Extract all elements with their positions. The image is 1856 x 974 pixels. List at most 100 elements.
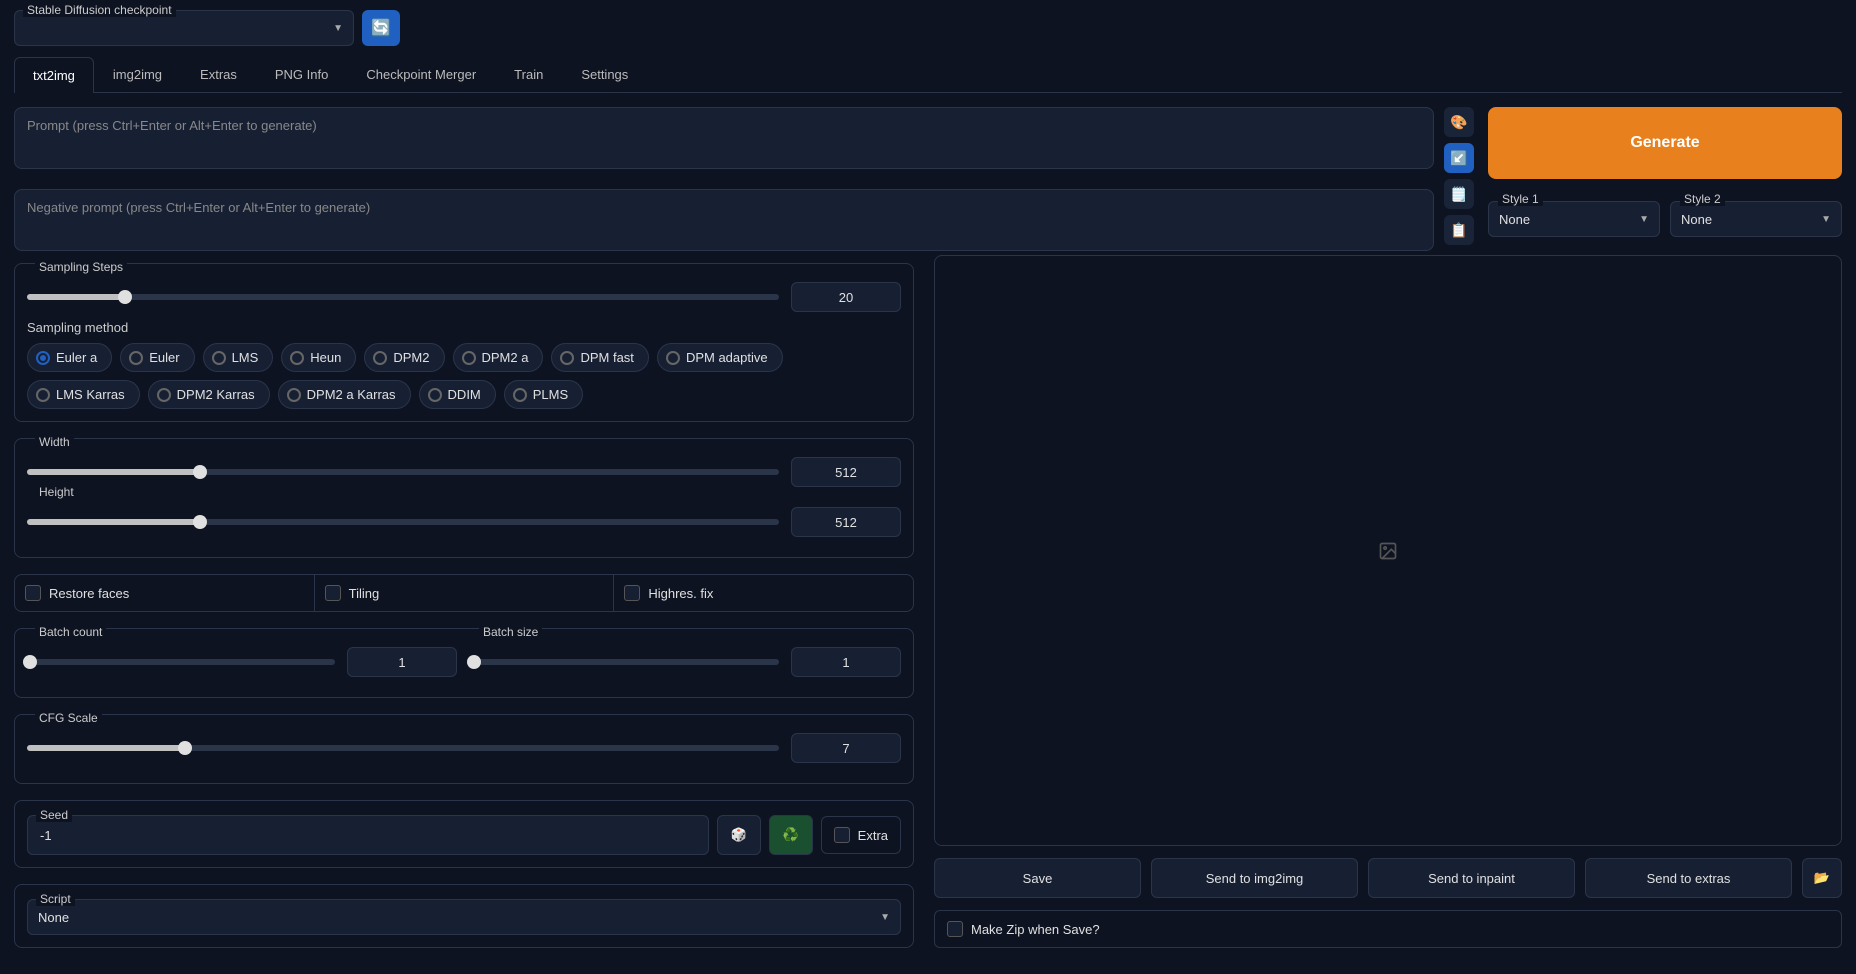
tab-img2img[interactable]: img2img (94, 56, 181, 92)
params-column: Sampling Steps 20 Sampling method Euler … (14, 255, 914, 948)
radio-icon (157, 388, 171, 402)
send-extras-button[interactable]: Send to extras (1585, 858, 1792, 898)
width-input[interactable]: 512 (791, 457, 901, 487)
reload-checkpoint-button[interactable]: 🔄 (362, 10, 400, 46)
clipboard-icon: 📋 (1450, 222, 1467, 239)
style2-label: Style 2 (1680, 192, 1725, 206)
checkpoint-label: Stable Diffusion checkpoint (23, 3, 176, 17)
save-button[interactable]: Save (934, 858, 1141, 898)
sampling-steps-input[interactable]: 20 (791, 282, 901, 312)
prompt-placeholder: Prompt (press Ctrl+Enter or Alt+Enter to… (27, 118, 317, 133)
output-column: Save Send to img2img Send to inpaint Sen… (934, 255, 1842, 948)
radio-icon (428, 388, 442, 402)
prompt-side-buttons: 🎨 ↙️ 🗒️ 📋 (1444, 107, 1474, 245)
tab-png-info[interactable]: PNG Info (256, 56, 347, 92)
reuse-seed-button[interactable]: ♻️ (769, 815, 813, 855)
script-select[interactable]: Script None ▼ (27, 899, 901, 935)
script-group: Script None ▼ (14, 884, 914, 948)
generate-column: Generate Style 1 None ▼ Style 2 None ▼ (1488, 107, 1842, 251)
seed-input[interactable]: Seed -1 (27, 815, 709, 855)
tab-settings[interactable]: Settings (562, 56, 647, 92)
checkbox-row: Restore faces Tiling Highres. fix (15, 575, 913, 611)
cfg-row: CFG Scale 7 (27, 733, 901, 763)
height-row: Height 512 (27, 507, 901, 537)
negative-prompt-input[interactable]: Negative prompt (press Ctrl+Enter or Alt… (14, 189, 1434, 251)
extra-checkbox[interactable]: Extra (821, 816, 901, 854)
style2-select[interactable]: None ▼ (1670, 201, 1842, 237)
checkpoint-select[interactable]: Stable Diffusion checkpoint ▼ (14, 10, 354, 46)
cfg-group: CFG Scale 7 (14, 714, 914, 784)
sampler-dpm2-a-karras[interactable]: DPM2 a Karras (278, 380, 411, 409)
recycle-icon: ♻️ (783, 827, 799, 843)
radio-icon (36, 351, 50, 365)
sampler-dpm2[interactable]: DPM2 (364, 343, 444, 372)
arrow-icon: ↙️ (1450, 150, 1467, 167)
dice-icon: 🎲 (731, 827, 747, 843)
sampler-lms-karras[interactable]: LMS Karras (27, 380, 140, 409)
height-input[interactable]: 512 (791, 507, 901, 537)
cfg-slider[interactable] (27, 745, 779, 751)
sampler-dpm2-a[interactable]: DPM2 a (453, 343, 544, 372)
seed-group: Seed -1 🎲 ♻️ Extra (14, 800, 914, 868)
image-icon (1378, 541, 1398, 561)
clipboard-button[interactable]: 📋 (1444, 215, 1474, 245)
random-seed-button[interactable]: 🎲 (717, 815, 761, 855)
width-slider[interactable] (27, 469, 779, 475)
batch-size-input[interactable]: 1 (791, 647, 901, 677)
prompt-row: Prompt (press Ctrl+Enter or Alt+Enter to… (14, 107, 1474, 251)
dimensions-group: Width 512 Height 512 (14, 438, 914, 558)
sampling-steps-slider[interactable] (27, 294, 779, 300)
chevron-down-icon: ▼ (1639, 214, 1649, 225)
tab-txt2img[interactable]: txt2img (14, 57, 94, 93)
sampler-lms[interactable]: LMS (203, 343, 274, 372)
styles-button[interactable]: 🎨 (1444, 107, 1474, 137)
radio-icon (287, 388, 301, 402)
style-row: Style 1 None ▼ Style 2 None ▼ (1488, 191, 1842, 237)
tab-train[interactable]: Train (495, 56, 562, 92)
tab-checkpoint-merger[interactable]: Checkpoint Merger (347, 56, 495, 92)
sampling-method-group: Euler a Euler LMSHeun DPM2 DPM2 aDPM fast DPM… (27, 343, 901, 409)
sampler-heun[interactable]: Heun (281, 343, 356, 372)
sampler-euler[interactable]: Euler (120, 343, 194, 372)
neg-prompt-placeholder: Negative prompt (press Ctrl+Enter or Alt… (27, 200, 370, 215)
send-img2img-button[interactable]: Send to img2img (1151, 858, 1358, 898)
checkbox-icon (25, 585, 41, 601)
batch-size-slider[interactable] (471, 659, 779, 665)
make-zip-checkbox[interactable]: Make Zip when Save? (934, 910, 1842, 948)
checkbox-group: Restore faces Tiling Highres. fix (14, 574, 914, 612)
radio-icon (212, 351, 226, 365)
sampler-ddim[interactable]: DDIM (419, 380, 496, 409)
sampler-plms[interactable]: PLMS (504, 380, 583, 409)
checkbox-icon (325, 585, 341, 601)
paste-button[interactable]: 🗒️ (1444, 179, 1474, 209)
sampler-dpm-fast[interactable]: DPM fast (551, 343, 648, 372)
open-folder-button[interactable]: 📂 (1802, 858, 1842, 898)
batch-count-slider[interactable] (27, 659, 335, 665)
radio-icon (129, 351, 143, 365)
cfg-input[interactable]: 7 (791, 733, 901, 763)
highres-fix-checkbox[interactable]: Highres. fix (614, 575, 913, 611)
send-inpaint-button[interactable]: Send to inpaint (1368, 858, 1575, 898)
clipboard-img-icon: 🗒️ (1450, 186, 1467, 203)
style1-select[interactable]: None ▼ (1488, 201, 1660, 237)
prompt-input[interactable]: Prompt (press Ctrl+Enter or Alt+Enter to… (14, 107, 1434, 169)
apply-button[interactable]: ↙️ (1444, 143, 1474, 173)
generate-button[interactable]: Generate (1488, 107, 1842, 179)
batch-count-row: Batch count 1 (27, 647, 457, 677)
style2-wrap: Style 2 None ▼ (1670, 201, 1842, 237)
radio-icon (462, 351, 476, 365)
sampler-dpm-adaptive[interactable]: DPM adaptive (657, 343, 783, 372)
chevron-down-icon: ▼ (1821, 214, 1831, 225)
sampler-euler-a[interactable]: Euler a (27, 343, 112, 372)
restore-faces-checkbox[interactable]: Restore faces (15, 575, 315, 611)
tiling-checkbox[interactable]: Tiling (315, 575, 615, 611)
sampler-dpm2-karras[interactable]: DPM2 Karras (148, 380, 270, 409)
tab-extras[interactable]: Extras (181, 56, 256, 92)
folder-icon: 📂 (1814, 870, 1830, 886)
height-slider[interactable] (27, 519, 779, 525)
radio-icon (666, 351, 680, 365)
prompt-stack: Prompt (press Ctrl+Enter or Alt+Enter to… (14, 107, 1434, 251)
checkbox-icon (947, 921, 963, 937)
sampling-method-label: Sampling method (27, 320, 901, 335)
batch-count-input[interactable]: 1 (347, 647, 457, 677)
